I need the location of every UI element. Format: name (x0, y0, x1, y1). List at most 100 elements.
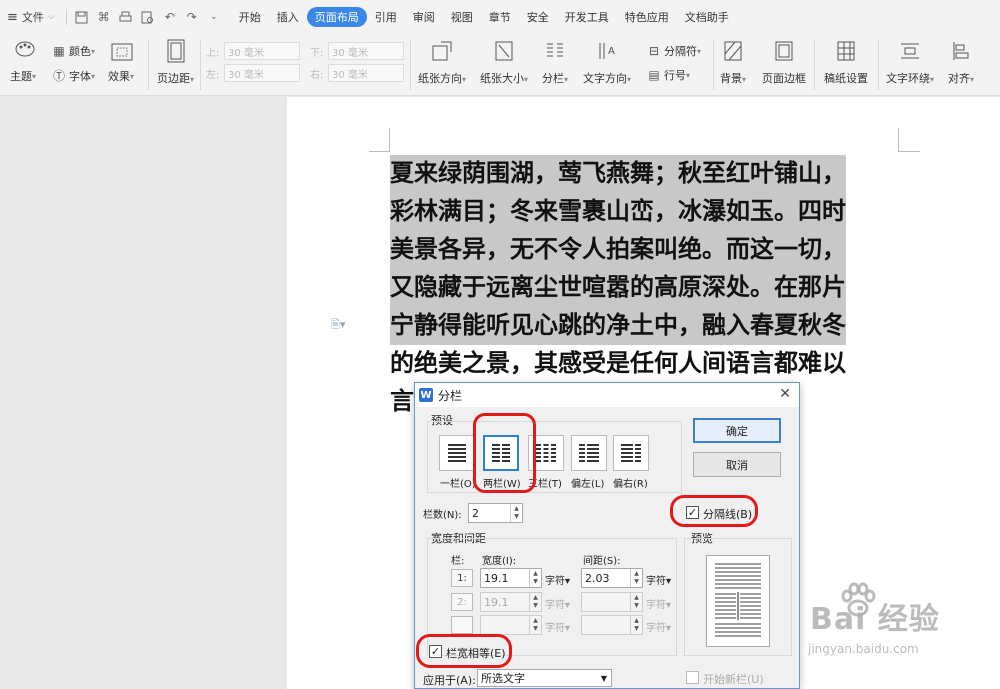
theme-button[interactable]: 主题 ▾ (10, 68, 36, 84)
bottom-margin-label: 下: (310, 48, 324, 59)
text-line: 彩林满目；冬来雪裹山峦，冰瀑如玉。四时 (390, 193, 846, 231)
orientation-label: 纸张方向 (418, 72, 462, 85)
preset-left[interactable] (571, 435, 607, 471)
effect-button[interactable]: 效果 ▾ (108, 68, 134, 84)
redo-icon[interactable]: ↷ (181, 6, 203, 28)
draft-paper-button[interactable]: 稿纸设置 (824, 38, 868, 86)
columns-count-spinner[interactable]: ▲ ▼ (510, 504, 522, 522)
margins-icon (163, 38, 189, 64)
divider (878, 40, 879, 90)
highlight-separator-line (670, 495, 758, 527)
print-icon[interactable] (115, 6, 137, 28)
print-preview-icon[interactable] (137, 6, 159, 28)
spacing-spinner[interactable]: ▲ ▼ (630, 569, 642, 587)
column-spacing-input: ▲ ▼ (581, 615, 643, 635)
color-label: 颜色 (69, 45, 91, 58)
tab-features[interactable]: 特色应用 (617, 7, 677, 27)
more-icon[interactable]: ⌄ (203, 6, 225, 28)
page-border-label: 页面边框 (762, 72, 806, 85)
separator-button[interactable]: ⊟ 分隔符 ▾ (646, 43, 701, 59)
column-width-value: 19.1 (484, 571, 509, 585)
column-spacing-input[interactable]: 2.03 ▲ ▼ (581, 568, 643, 588)
column-width-input[interactable]: 19.1 ▲ ▼ (480, 568, 542, 588)
margins-button[interactable]: 页边距▾ (157, 38, 194, 86)
save-icon[interactable] (71, 6, 93, 28)
undo-icon[interactable]: ↶ (159, 6, 181, 28)
spacing-unit: 字符 (646, 576, 666, 587)
left-margin-label: 左: (206, 70, 220, 81)
color-button[interactable]: ▦ 颜色 ▾ (51, 43, 95, 59)
background-icon (720, 38, 746, 64)
column-spacing-input: ▲ ▼ (581, 592, 643, 612)
theme-label: 主题 (10, 70, 32, 83)
crop-mark (898, 128, 920, 152)
page-border-icon (771, 38, 797, 64)
theme-palette-icon[interactable] (14, 40, 36, 58)
tab-security[interactable]: 安全 (519, 7, 557, 27)
right-column-icon (621, 444, 641, 462)
width-unit-dropdown: 字符▾ (545, 600, 571, 611)
text-direction-label: 文字方向 (583, 72, 627, 85)
line-numbers-icon: ▤ (648, 68, 660, 82)
divider (148, 40, 149, 90)
tab-insert[interactable]: 插入 (269, 7, 307, 27)
watermark-brand: Bai 经验 (810, 602, 940, 637)
baidu-watermark: Bai 经验 jingyan.baidu.com (770, 574, 1000, 684)
text-direction-icon: A (594, 38, 620, 64)
paragraph-handle-icon[interactable]: 🗎▾ (331, 316, 345, 335)
right-margin-label: 右: (310, 70, 324, 81)
ok-button[interactable]: 确定 (693, 418, 781, 443)
left-margin-input[interactable]: 30 毫米 (224, 64, 300, 82)
tab-view[interactable]: 视图 (443, 7, 481, 27)
spacing-unit-dropdown: 字符▾ (646, 600, 672, 611)
close-icon[interactable]: ✕ (779, 386, 791, 402)
columns-count-input[interactable]: 2 ▲ ▼ (468, 503, 523, 523)
columns-label: 分栏 (542, 72, 564, 85)
text-direction-button[interactable]: A 文字方向▾ (583, 38, 631, 86)
preset-right[interactable] (613, 435, 649, 471)
font-button[interactable]: Ⓣ 字体 ▾ (51, 68, 95, 84)
tab-chapter[interactable]: 章节 (481, 7, 519, 27)
tab-page-layout[interactable]: 页面布局 (306, 7, 367, 27)
right-margin-input[interactable]: 30 毫米 (328, 64, 404, 82)
column-preview (706, 555, 770, 647)
columns-count-value: 2 (472, 506, 479, 520)
width-header: 宽度(I): (482, 556, 517, 567)
cancel-button[interactable]: 取消 (693, 452, 781, 477)
align-button[interactable]: 对齐▾ (948, 38, 974, 86)
orientation-icon (429, 38, 455, 64)
orientation-button[interactable]: 纸张方向▾ (418, 38, 466, 86)
tab-doc-assistant[interactable]: 文档助手 (677, 7, 737, 27)
background-button[interactable]: 背景▾ (720, 38, 746, 86)
apply-to-value: 所选文字 (481, 672, 525, 685)
line-numbers-button[interactable]: ▤ 行号 ▾ (646, 67, 690, 83)
effect-label: 效果 (108, 70, 130, 83)
spacing-unit: 字符 (646, 600, 666, 611)
apply-to-select[interactable]: 所选文字 ▼ (477, 669, 612, 687)
menu-bar: ≡ 文件 ⌵ ⌘ ↶ ↷ ⌄ 开始 插入 页面布局 引用 审阅 视图 章节 安全… (0, 0, 1000, 34)
highlight-two-columns (473, 413, 536, 493)
dialog-title-bar[interactable]: W 分栏 (415, 383, 799, 407)
tab-home[interactable]: 开始 (231, 7, 269, 27)
effect-icon[interactable] (111, 43, 133, 61)
width-unit-dropdown[interactable]: 字符▾ (545, 572, 570, 587)
spacing-unit-dropdown[interactable]: 字符▾ (646, 572, 671, 587)
preset-one-column[interactable] (439, 435, 475, 471)
top-margin-input[interactable]: 30 毫米 (224, 42, 300, 60)
apply-to-label: 应用于(A): (423, 674, 476, 687)
background-label: 背景 (720, 72, 742, 85)
bottom-margin-input[interactable]: 30 毫米 (328, 42, 404, 60)
format-painter-icon[interactable]: ⌘ (93, 6, 115, 28)
width-spinner[interactable]: ▲ ▼ (529, 569, 541, 587)
tab-review[interactable]: 审阅 (405, 7, 443, 27)
tab-developer[interactable]: 开发工具 (557, 7, 617, 27)
paper-size-icon (491, 38, 517, 64)
file-menu[interactable]: ≡ 文件 ⌵ (0, 6, 62, 28)
paper-size-button[interactable]: 纸张大小▾ (480, 38, 528, 86)
spacing-spinner: ▲ ▼ (630, 593, 642, 611)
one-column-icon (448, 444, 466, 462)
page-border-button[interactable]: 页面边框 (762, 38, 806, 86)
columns-button[interactable]: 分栏▾ (542, 38, 568, 86)
tab-references[interactable]: 引用 (367, 7, 405, 27)
text-wrap-button[interactable]: 文字环绕▾ (886, 38, 934, 86)
